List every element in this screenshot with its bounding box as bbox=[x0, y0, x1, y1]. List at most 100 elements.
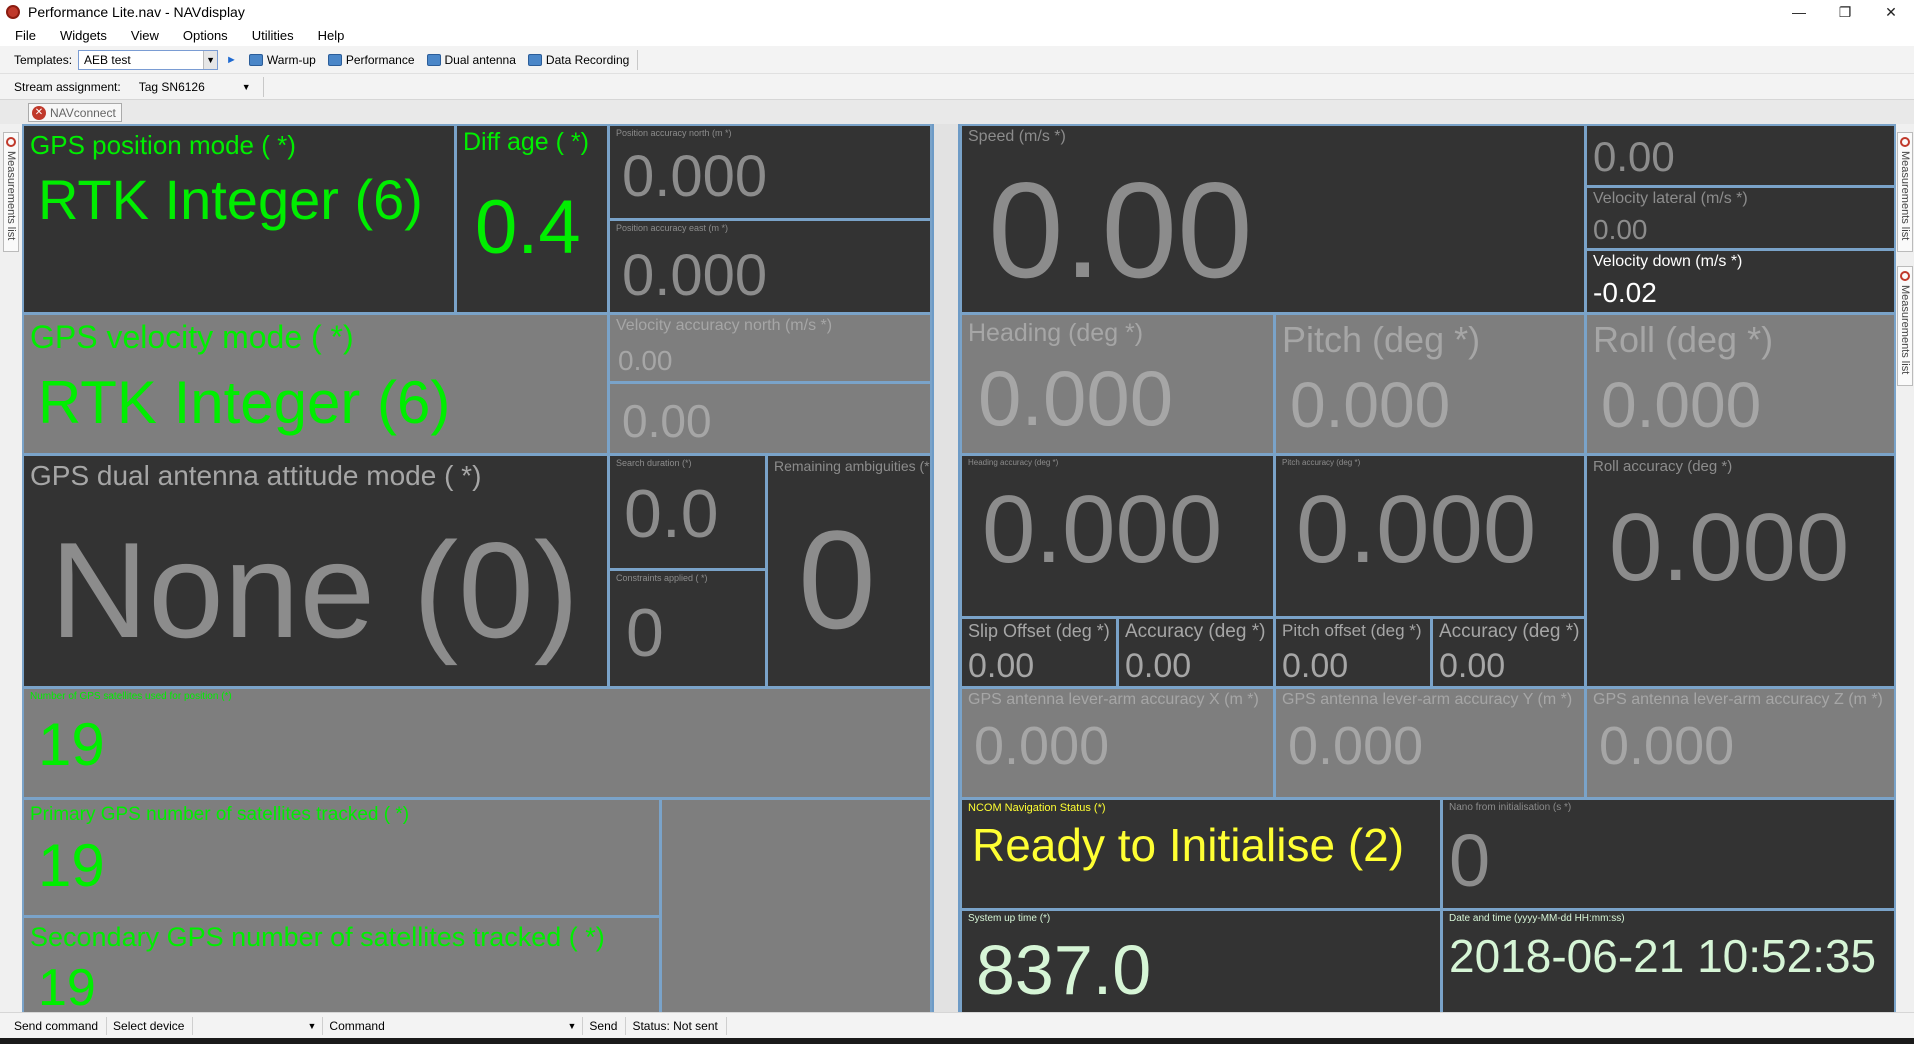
nano-init-label: Nano from initialisation (s *) bbox=[1449, 802, 1572, 813]
menu-file[interactable]: File bbox=[0, 28, 45, 43]
velocity-lateral-label: Velocity lateral (m/s *) bbox=[1593, 190, 1748, 207]
toolbar-divider bbox=[637, 49, 639, 70]
num-satellites-position-value: 19 bbox=[38, 711, 105, 778]
play-icon[interactable]: ► bbox=[226, 54, 237, 66]
remaining-ambiguities-label: Remaining ambiguities (* bbox=[774, 458, 930, 474]
velocity-down-label: Velocity down (m/s *) bbox=[1593, 253, 1743, 270]
pitch-accuracy-widget: Pitch accuracy (deg *) 0.000 bbox=[1276, 456, 1584, 616]
right-dashboard: Speed (m/s *) 0.00 0.00 Velocity lateral… bbox=[960, 124, 1896, 1012]
warm-up-button[interactable]: Warm-up bbox=[248, 53, 316, 67]
stream-value: Tag SN6126 bbox=[138, 79, 205, 94]
panel-splitter[interactable] bbox=[932, 124, 960, 1012]
measurements-icon bbox=[1900, 271, 1910, 281]
velocity-forward-widget: 0.00 bbox=[1587, 126, 1894, 185]
minimize-button[interactable]: — bbox=[1776, 0, 1822, 24]
command-select[interactable]: Command ▼ bbox=[323, 1016, 584, 1035]
roll-widget: Roll (deg *) 0.000 bbox=[1587, 315, 1894, 453]
pitch-label: Pitch (deg *) bbox=[1282, 319, 1481, 360]
measurements-list-label: Measurements list bbox=[1899, 151, 1911, 241]
pitch-value: 0.000 bbox=[1290, 369, 1451, 441]
ncom-status-label: NCOM Navigation Status (*) bbox=[968, 802, 1106, 814]
menu-view[interactable]: View bbox=[116, 28, 168, 43]
template-icon bbox=[248, 53, 263, 66]
heading-accuracy-widget: Heading accuracy (deg *) 0.000 bbox=[962, 456, 1273, 616]
constraints-applied-widget: Constraints applied ( *) 0 bbox=[610, 571, 765, 686]
velocity-forward-value: 0.00 bbox=[1593, 133, 1675, 180]
position-accuracy-north-widget: Position accuracy north (m *) 0.000 bbox=[610, 126, 930, 218]
right-side-panel: Measurements list Measurements list bbox=[1896, 124, 1914, 1012]
lever-arm-x-widget: GPS antenna lever-arm accuracy X (m *) 0… bbox=[962, 689, 1273, 797]
send-status-text: Status: Not sent bbox=[626, 1016, 727, 1035]
system-up-time-widget: System up time (*) 837.0 bbox=[962, 911, 1440, 1012]
pitch-offset-accuracy-label: Accuracy (deg *) bbox=[1439, 621, 1580, 642]
navconnect-tab[interactable]: ✕ NAVconnect bbox=[28, 103, 122, 122]
gps-position-mode-label: GPS position mode ( *) bbox=[30, 130, 296, 160]
templates-label: Templates: bbox=[14, 52, 73, 67]
left-dashboard: GPS position mode ( *) RTK Integer (6) D… bbox=[22, 124, 932, 1012]
chevron-down-icon[interactable]: ▼ bbox=[203, 50, 218, 69]
pitch-offset-value: 0.00 bbox=[1282, 647, 1349, 685]
menu-help[interactable]: Help bbox=[303, 28, 354, 43]
heading-widget: Heading (deg *) 0.000 bbox=[962, 315, 1273, 453]
slip-accuracy-value: 0.00 bbox=[1125, 647, 1192, 685]
heading-value: 0.000 bbox=[978, 354, 1174, 442]
templates-toolbar: Templates: AEB test ▼ ► Warm-up Performa… bbox=[0, 46, 1914, 74]
close-button[interactable]: ✕ bbox=[1868, 0, 1914, 24]
device-select[interactable]: ▼ bbox=[193, 1016, 324, 1035]
velocity-accuracy-north-widget: Velocity accuracy north (m/s *) 0.00 bbox=[610, 315, 930, 381]
roll-accuracy-value: 0.000 bbox=[1609, 494, 1850, 601]
ncom-status-value: Ready to Initialise (2) bbox=[972, 819, 1405, 871]
search-duration-label: Search duration (*) bbox=[616, 458, 692, 468]
pitch-offset-widget: Pitch offset (deg *) 0.00 bbox=[1276, 619, 1430, 686]
roll-accuracy-label: Roll accuracy (deg *) bbox=[1593, 458, 1733, 475]
secondary-satellites-value: 19 bbox=[38, 959, 96, 1012]
speed-widget: Speed (m/s *) 0.00 bbox=[962, 126, 1584, 312]
disconnected-icon: ✕ bbox=[32, 105, 46, 120]
dual-antenna-button[interactable]: Dual antenna bbox=[426, 52, 516, 67]
date-time-label: Date and time (yyyy-MM-dd HH:mm:ss) bbox=[1449, 913, 1625, 924]
velocity-lateral-value: 0.00 bbox=[1593, 214, 1648, 245]
menu-options[interactable]: Options bbox=[168, 28, 237, 43]
stream-toolbar: Stream assignment: Tag SN6126 ▼ bbox=[0, 74, 1914, 100]
menu-utilities[interactable]: Utilities bbox=[237, 28, 303, 43]
slip-offset-widget: Slip Offset (deg *) 0.00 bbox=[962, 619, 1116, 686]
diff-age-label: Diff age ( *) bbox=[463, 128, 589, 156]
diff-age-value: 0.4 bbox=[475, 185, 581, 270]
pitch-offset-accuracy-widget: Accuracy (deg *) 0.00 bbox=[1433, 619, 1584, 686]
chevron-down-icon[interactable]: ▼ bbox=[568, 1021, 577, 1031]
velocity-down-widget: Velocity down (m/s *) -0.02 bbox=[1587, 251, 1894, 312]
measurements-list-tab-right-2[interactable]: Measurements list bbox=[1897, 266, 1913, 386]
lever-arm-x-label: GPS antenna lever-arm accuracy X (m *) bbox=[968, 691, 1259, 708]
date-time-widget: Date and time (yyyy-MM-dd HH:mm:ss) 2018… bbox=[1443, 911, 1894, 1012]
lever-arm-z-value: 0.000 bbox=[1599, 716, 1735, 776]
system-up-time-label: System up time (*) bbox=[968, 913, 1051, 924]
window-controls: — ❐ ✕ bbox=[1776, 0, 1914, 24]
template-value: AEB test bbox=[84, 52, 131, 67]
send-command-label: Send command bbox=[8, 1016, 108, 1035]
pitch-accuracy-value: 0.000 bbox=[1296, 476, 1537, 583]
data-recording-label: Data Recording bbox=[545, 52, 630, 67]
velocity-lateral-widget: Velocity lateral (m/s *) 0.00 bbox=[1587, 188, 1894, 248]
nano-init-widget: Nano from initialisation (s *) 0 bbox=[1443, 800, 1894, 908]
restore-button[interactable]: ❐ bbox=[1822, 0, 1868, 24]
measurements-list-tab-left[interactable]: Measurements list bbox=[3, 132, 19, 252]
stream-select[interactable]: Tag SN6126 ▼ bbox=[135, 80, 255, 94]
window-bottom-edge bbox=[0, 1038, 1914, 1044]
send-button[interactable]: Send bbox=[583, 1016, 627, 1035]
chevron-down-icon[interactable]: ▼ bbox=[242, 82, 251, 92]
dual-antenna-attitude-mode-label: GPS dual antenna attitude mode ( *) bbox=[30, 460, 482, 491]
remaining-ambiguities-value: 0 bbox=[798, 501, 876, 658]
template-icon bbox=[327, 53, 342, 66]
performance-button[interactable]: Performance bbox=[327, 52, 415, 67]
performance-label: Performance bbox=[345, 52, 415, 67]
position-accuracy-north-value: 0.000 bbox=[622, 144, 768, 209]
lever-arm-z-widget: GPS antenna lever-arm accuracy Z (m *) 0… bbox=[1587, 689, 1894, 797]
nano-init-value: 0 bbox=[1449, 819, 1491, 902]
velocity-down-value: -0.02 bbox=[1593, 277, 1657, 308]
measurements-list-tab-right-1[interactable]: Measurements list bbox=[1897, 132, 1913, 252]
template-select[interactable]: AEB test ▼ bbox=[78, 49, 219, 70]
dual-antenna-label: Dual antenna bbox=[444, 52, 516, 67]
menu-widgets[interactable]: Widgets bbox=[45, 28, 116, 43]
data-recording-button[interactable]: Data Recording bbox=[527, 52, 630, 67]
template-icon bbox=[426, 53, 441, 66]
